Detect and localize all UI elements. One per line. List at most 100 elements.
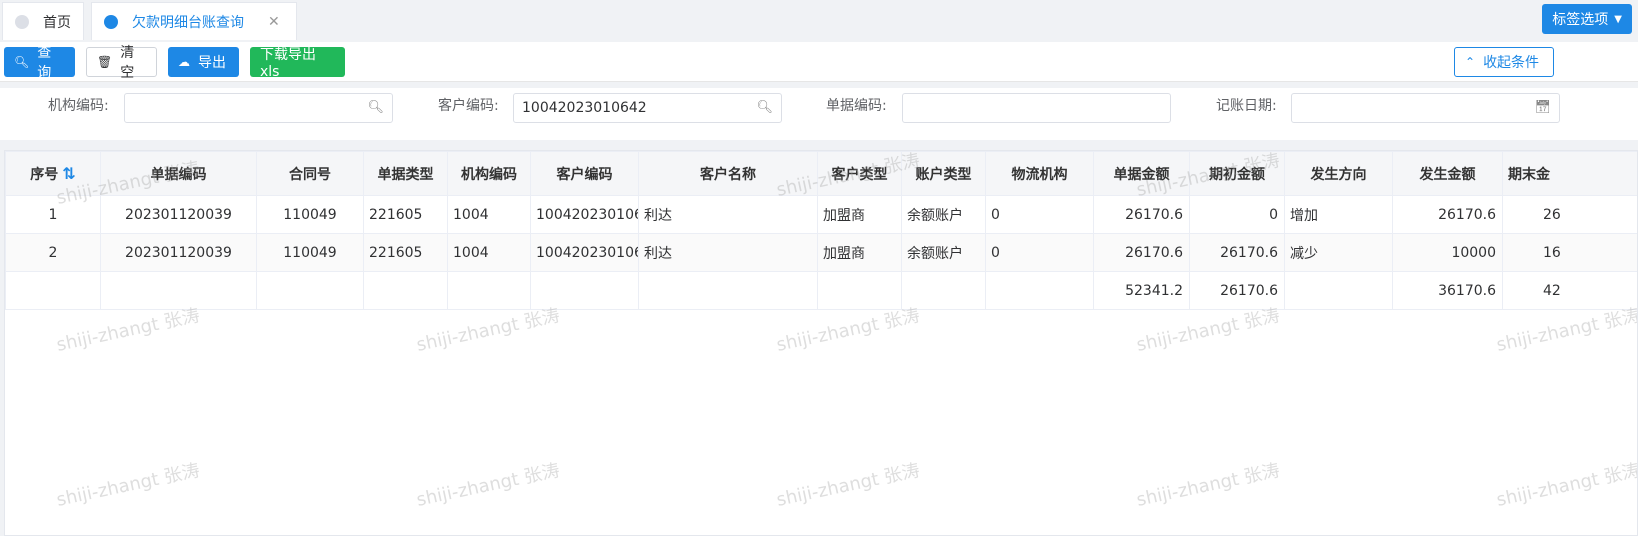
cell: 1004202301064 bbox=[530, 233, 639, 272]
search-icon: 🔍︎ bbox=[14, 55, 30, 69]
cell bbox=[530, 271, 639, 310]
cell bbox=[256, 271, 364, 310]
cell: 26 bbox=[1502, 195, 1637, 234]
tab-home[interactable]: 首页 bbox=[2, 2, 84, 40]
cell bbox=[1284, 271, 1393, 310]
cell: 1004 bbox=[447, 233, 531, 272]
search-icon[interactable]: 🔍︎ bbox=[367, 94, 384, 122]
cell: 110049 bbox=[256, 195, 364, 234]
cell: 利达 bbox=[638, 233, 818, 272]
query-label: 查询 bbox=[37, 45, 52, 81]
customer-code-input[interactable]: 10042023010642 🔍︎ bbox=[513, 93, 782, 123]
cell: 余额账户 bbox=[901, 195, 986, 234]
cell bbox=[901, 271, 986, 310]
watermark: shiji-zhangt 张涛 bbox=[1134, 460, 1282, 511]
org-code-input[interactable]: 🔍︎ bbox=[124, 93, 393, 123]
cell: 16 bbox=[1502, 233, 1637, 272]
caret-down-icon: ▼ bbox=[1614, 13, 1622, 25]
col-header[interactable]: 合同号 bbox=[256, 151, 364, 196]
trash-icon: 🗑︎ bbox=[97, 55, 113, 69]
download-label: 下载导出xls bbox=[260, 47, 316, 80]
col-header[interactable]: 期末金 bbox=[1502, 151, 1637, 196]
cell bbox=[5, 271, 101, 310]
table-row[interactable]: 2 202301120039 110049 221605 1004 100420… bbox=[5, 233, 1637, 272]
tab-status-dot-icon bbox=[104, 14, 118, 29]
col-header[interactable]: 期初金额 bbox=[1189, 151, 1285, 196]
tab-label: 首页 bbox=[43, 14, 71, 31]
collapse-label: 收起条件 bbox=[1483, 55, 1540, 71]
total-cell: 42 bbox=[1502, 271, 1637, 310]
col-header-index[interactable]: 序号 ⇅ bbox=[5, 151, 101, 196]
customer-code-value: 10042023010642 bbox=[522, 100, 647, 116]
col-header[interactable]: 账户类型 bbox=[901, 151, 986, 196]
total-cell: 26170.6 bbox=[1189, 271, 1285, 310]
tab-options-button[interactable]: 标签选项 ▼ bbox=[1542, 4, 1632, 34]
cell: 1004 bbox=[447, 195, 531, 234]
chevron-up-icon: ⌃ bbox=[1465, 55, 1476, 69]
cell: 增加 bbox=[1284, 195, 1393, 234]
cell: 加盟商 bbox=[817, 195, 902, 234]
sort-toggle-icon[interactable]: ⇅ bbox=[62, 164, 75, 183]
col-header[interactable]: 客户编码 bbox=[530, 151, 639, 196]
cell: 202301120039 bbox=[100, 195, 257, 234]
watermark: shiji-zhangt 张涛 bbox=[54, 460, 202, 511]
col-header[interactable]: 机构编码 bbox=[447, 151, 531, 196]
col-header[interactable]: 客户类型 bbox=[817, 151, 902, 196]
col-header[interactable]: 物流机构 bbox=[985, 151, 1094, 196]
data-table: 序号 ⇅ 单据编码 合同号 单据类型 机构编码 客户编码 客户名称 客户类型 账户… bbox=[4, 150, 1638, 536]
table-row[interactable]: 1 202301120039 110049 221605 1004 100420… bbox=[5, 195, 1637, 234]
col-header[interactable]: 客户名称 bbox=[638, 151, 818, 196]
posting-date-input[interactable]: 📅︎ bbox=[1291, 93, 1560, 123]
col-header[interactable]: 单据类型 bbox=[363, 151, 448, 196]
cell bbox=[100, 271, 257, 310]
cell bbox=[985, 271, 1094, 310]
tab-bar: 首页 欠款明细台账查询 ✕ 标签选项 ▼ bbox=[0, 0, 1638, 42]
calendar-icon[interactable]: 📅︎ bbox=[1534, 94, 1551, 122]
cell bbox=[363, 271, 448, 310]
cell: 110049 bbox=[256, 233, 364, 272]
col-header[interactable]: 发生方向 bbox=[1284, 151, 1393, 196]
cell: 0 bbox=[1189, 195, 1285, 234]
customer-code-label: 客户编码: bbox=[438, 98, 499, 114]
cell bbox=[447, 271, 531, 310]
query-button[interactable]: 🔍︎ 查询 bbox=[4, 45, 75, 81]
cell: 1 bbox=[5, 195, 101, 234]
watermark: shiji-zhangt 张涛 bbox=[414, 460, 562, 511]
cell: 10000 bbox=[1392, 233, 1503, 272]
download-xls-button[interactable]: 下载导出xls bbox=[250, 47, 345, 80]
col-header[interactable]: 单据编码 bbox=[100, 151, 257, 196]
toolbar: 🔍︎ 查询 🗑︎ 清空 ☁︎ 导出 下载导出xls ⌃ 收起条件 bbox=[0, 42, 1638, 82]
total-cell: 36170.6 bbox=[1392, 271, 1503, 310]
cell: 202301120039 bbox=[100, 233, 257, 272]
cell: 1004202301064 bbox=[530, 195, 639, 234]
cell: 221605 bbox=[363, 195, 448, 234]
cell: 0 bbox=[985, 195, 1094, 234]
export-button[interactable]: ☁︎ 导出 bbox=[168, 47, 239, 77]
cloud-upload-icon: ☁︎ bbox=[178, 55, 190, 69]
cell: 26170.6 bbox=[1392, 195, 1503, 234]
clear-button[interactable]: 🗑︎ 清空 bbox=[86, 45, 157, 81]
cell: 利达 bbox=[638, 195, 818, 234]
tab-options-label: 标签选项 bbox=[1552, 12, 1609, 28]
cell: 0 bbox=[985, 233, 1094, 272]
totals-row: 52341.2 26170.6 36170.6 42 bbox=[5, 271, 1637, 310]
table-header-row: 序号 ⇅ 单据编码 合同号 单据类型 机构编码 客户编码 客户名称 客户类型 账户… bbox=[5, 151, 1637, 196]
watermark: shiji-zhangt 张涛 bbox=[774, 460, 922, 511]
export-label: 导出 bbox=[198, 55, 226, 71]
search-icon[interactable]: 🔍︎ bbox=[756, 94, 773, 122]
cell: 余额账户 bbox=[901, 233, 986, 272]
close-icon[interactable]: ✕ bbox=[268, 14, 280, 30]
cell: 26170.6 bbox=[1093, 195, 1190, 234]
header-label: 序号 bbox=[30, 166, 59, 183]
cell: 加盟商 bbox=[817, 233, 902, 272]
doc-code-input[interactable] bbox=[902, 93, 1171, 123]
filter-panel: 机构编码: 🔍︎ 客户编码: 10042023010642 🔍︎ 单据编码: 记… bbox=[0, 88, 1638, 140]
total-cell: 52341.2 bbox=[1093, 271, 1190, 310]
col-header[interactable]: 单据金额 bbox=[1093, 151, 1190, 196]
collapse-conditions-button[interactable]: ⌃ 收起条件 bbox=[1454, 47, 1554, 77]
tab-label: 欠款明细台账查询 bbox=[132, 14, 244, 31]
col-header[interactable]: 发生金额 bbox=[1392, 151, 1503, 196]
tab-arrears-query[interactable]: 欠款明细台账查询 ✕ bbox=[91, 2, 297, 40]
cell: 26170.6 bbox=[1093, 233, 1190, 272]
cell bbox=[817, 271, 902, 310]
